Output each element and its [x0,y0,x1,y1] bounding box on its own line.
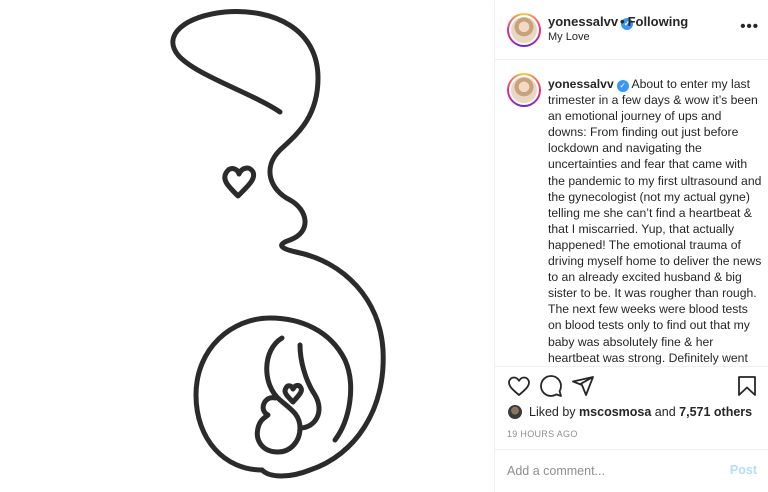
pregnancy-line-art-illustration [170,9,386,479]
likes-and-label: and [654,405,676,419]
liker-avatar[interactable] [507,404,523,420]
author-username-text[interactable]: yonessalvv [548,14,618,29]
comment-input[interactable] [507,462,707,480]
post-location[interactable]: My Love [548,31,590,43]
follow-status[interactable]: • Following [618,14,688,29]
caption-username[interactable]: yonessalvv [548,77,614,91]
author-avatar[interactable] [507,13,541,47]
likes-summary: Liked by mscosmosa and 7,571 others [507,402,752,422]
caption-body: About to enter my last trimester in a fe… [548,77,762,365]
following-label[interactable]: Following [628,14,689,29]
liker-username[interactable]: mscosmosa [579,405,651,419]
post-image[interactable] [0,0,494,492]
post-header: yonessalvv ✓ • Following My Love ••• [495,0,768,60]
head-outline [170,9,386,479]
heart-icon[interactable] [507,374,531,398]
caption-text-block: yonessalvv ✓ About to enter my last trime… [548,76,762,366]
liked-by-label: Liked by [529,405,576,419]
action-bar [495,368,768,404]
comment-form: Post [495,449,768,492]
more-options-icon[interactable]: ••• [740,18,759,35]
likes-count[interactable]: 7,571 others [679,405,752,419]
post-timestamp[interactable]: 19 HOURS AGO [507,429,578,439]
post-comment-button[interactable]: Post [730,463,757,477]
caption-author-avatar[interactable] [507,73,541,107]
tiny-heart-outline [282,383,304,405]
bookmark-icon[interactable] [735,374,759,398]
separator-dot: • [620,14,625,29]
caption-section: yonessalvv ✓ About to enter my last trime… [495,61,768,367]
post-side-panel: yonessalvv ✓ • Following My Love ••• yones… [494,0,768,492]
comment-icon[interactable] [539,374,563,398]
caption-verified-badge-icon: ✓ [616,80,629,92]
small-heart-outline [222,165,257,199]
baby-outline [254,335,303,455]
share-icon[interactable] [571,374,595,398]
